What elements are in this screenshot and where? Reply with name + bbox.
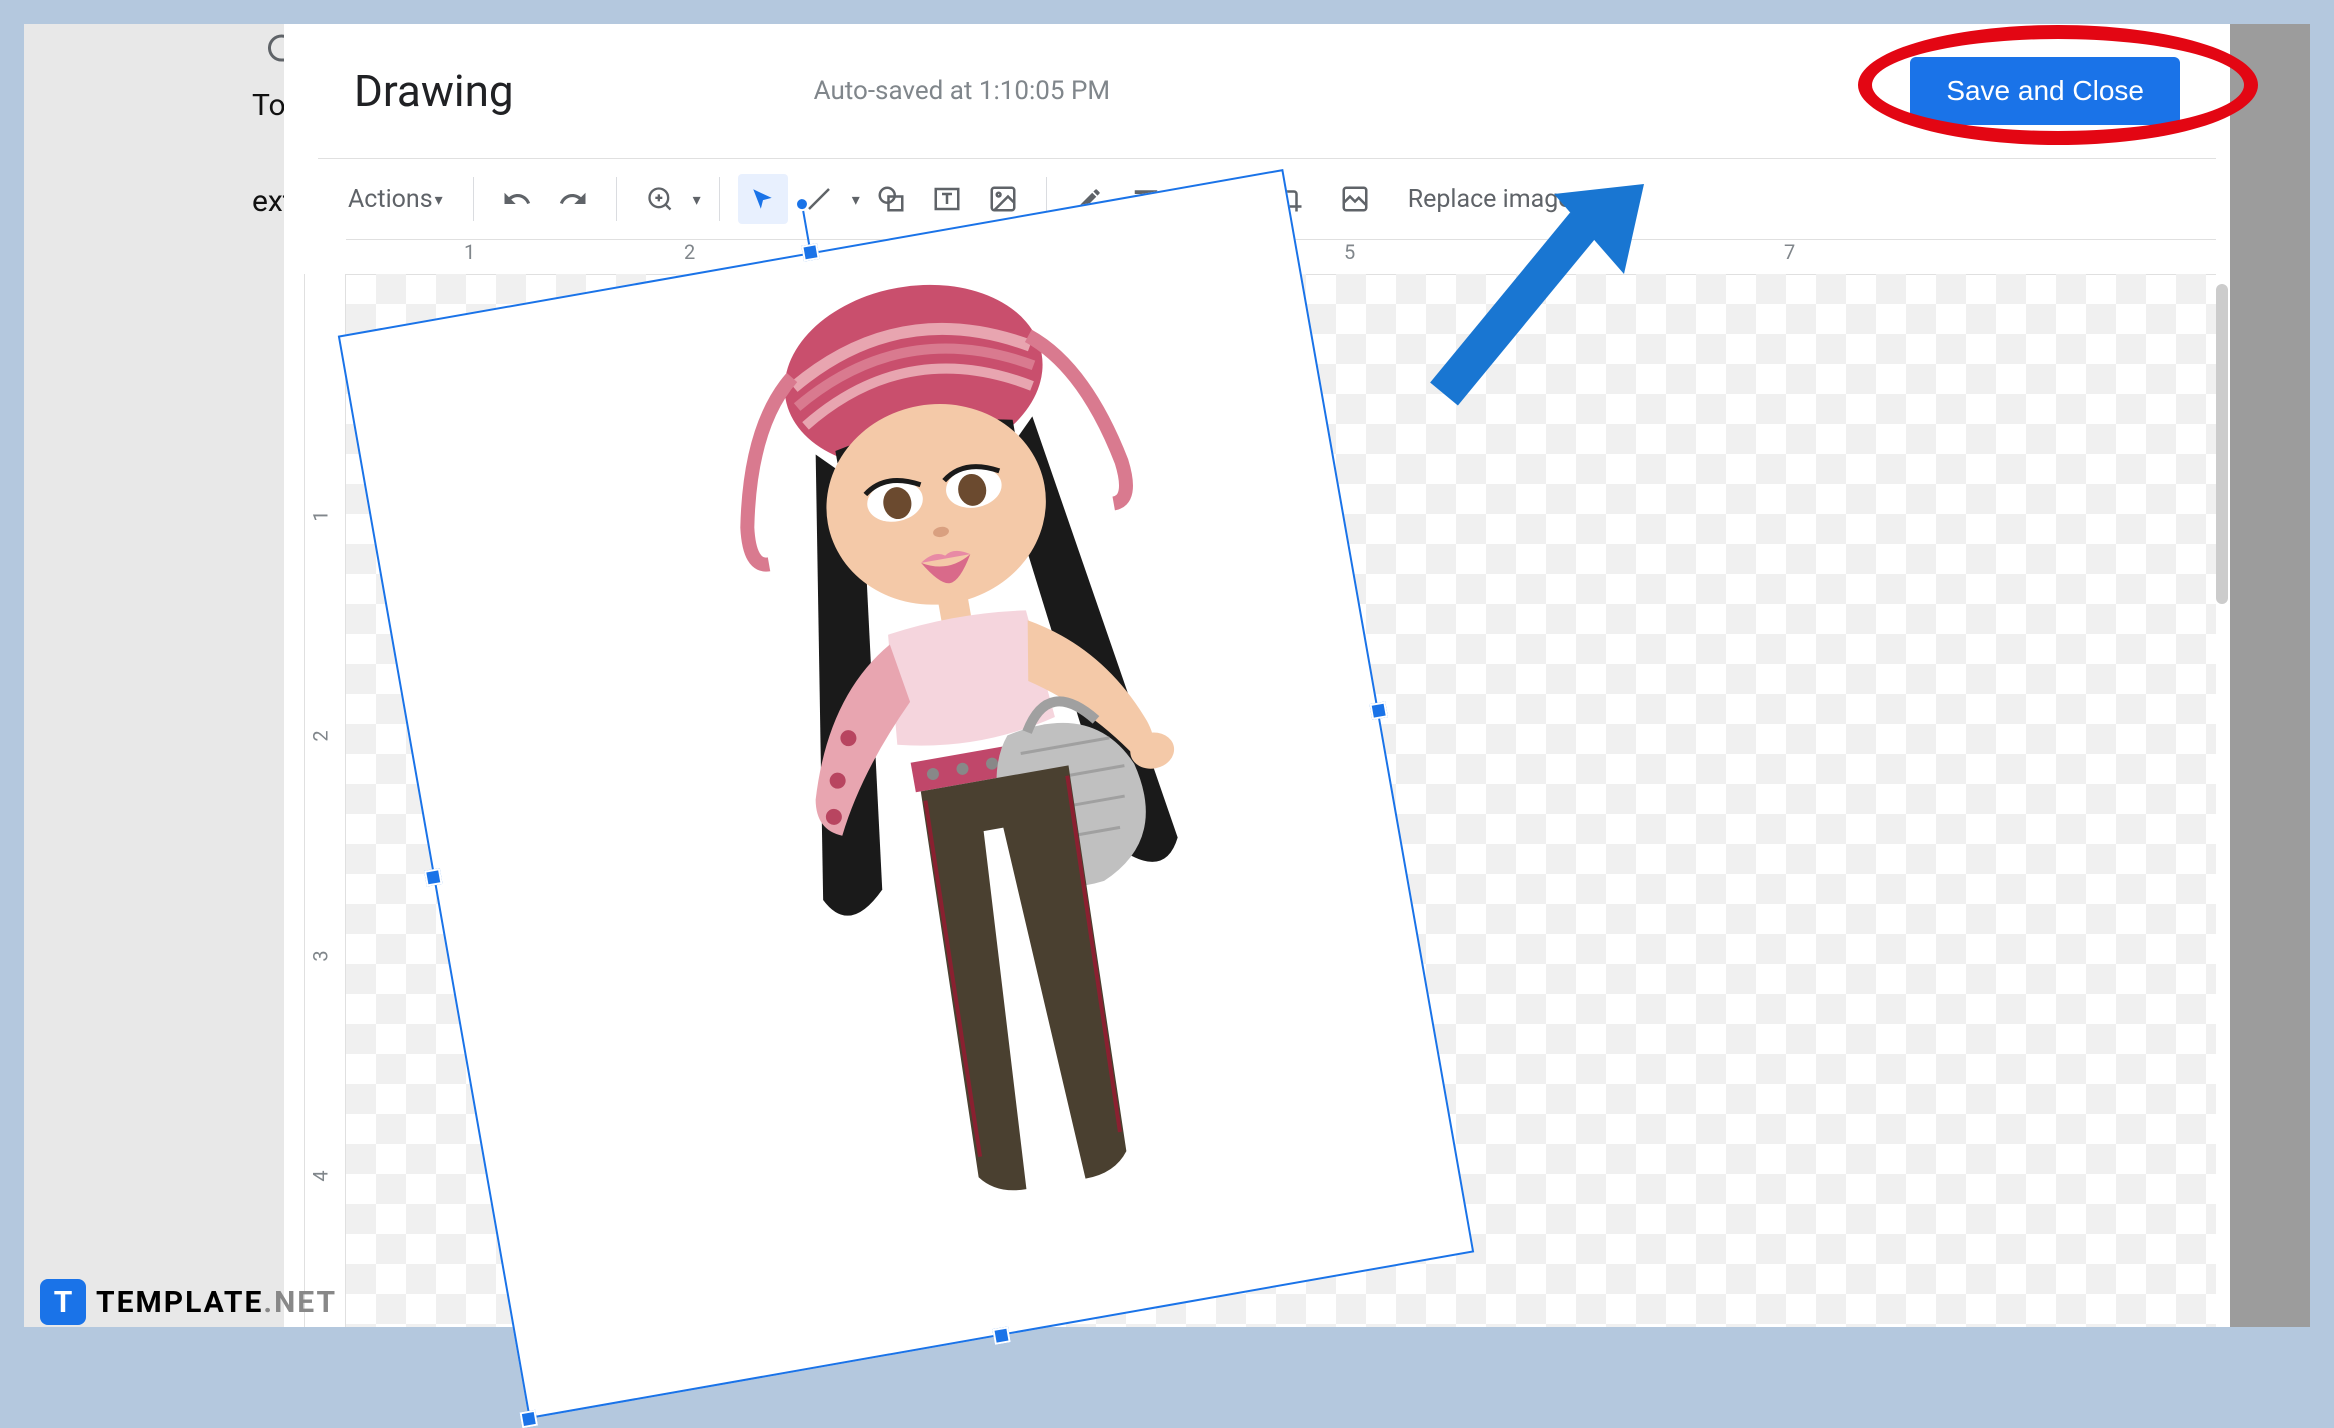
resize-handle-left[interactable] (424, 868, 443, 887)
watermark-text-suffix: .NET (263, 1285, 337, 1320)
drawing-dialog: Drawing Auto-saved at 1:10:05 PM Save an… (304, 24, 2230, 1327)
ruler-num: 2 (684, 240, 695, 264)
watermark-text: TEMPLATE.NET (96, 1285, 337, 1320)
bg-text-tools: Toc (252, 88, 284, 123)
drawing-canvas[interactable] (346, 274, 2216, 1327)
background-left-panel: Toc ext (24, 24, 284, 1327)
actions-label: Actions (348, 185, 433, 214)
vertical-scrollbar[interactable] (2216, 284, 2228, 604)
ruler-num: 3 (309, 950, 333, 961)
ruler-num: 2 (309, 730, 333, 741)
mask-image-button[interactable] (1320, 174, 1390, 224)
bg-text-ext: ext (252, 184, 284, 219)
resize-handle-top[interactable] (801, 243, 820, 262)
dialog-title: Drawing (354, 65, 514, 117)
watermark: T TEMPLATE.NET (40, 1279, 337, 1325)
background-right-panel (2230, 24, 2310, 1327)
save-and-close-button[interactable]: Save and Close (1910, 57, 2180, 125)
select-tool[interactable] (738, 174, 788, 224)
app-frame: Toc ext Drawing Auto-saved at 1:10:05 PM… (22, 22, 2312, 1329)
watermark-text-main: TEMPLATE (96, 1285, 263, 1320)
chevron-down-icon: ▾ (435, 190, 443, 209)
actions-menu[interactable]: Actions ▾ (336, 185, 455, 214)
ruler-num: 1 (464, 240, 475, 264)
text-box-tool[interactable] (922, 174, 972, 224)
redo-button[interactable] (548, 174, 598, 224)
watermark-icon: T (40, 1279, 86, 1325)
separator (719, 177, 720, 221)
ruler-num: 5 (1344, 240, 1355, 264)
replace-image-button[interactable]: Replace image (1396, 185, 1584, 214)
resize-handle-right[interactable] (1369, 701, 1388, 720)
chevron-down-icon[interactable]: ▾ (852, 190, 860, 209)
chevron-down-icon[interactable]: ▾ (693, 190, 701, 209)
zoom-button[interactable] (635, 174, 685, 224)
save-button-label: Save and Close (1946, 75, 2144, 106)
separator (473, 177, 474, 221)
separator (616, 177, 617, 221)
selected-image[interactable] (338, 169, 1474, 1419)
ruler-num: 7 (1784, 240, 1795, 264)
ruler-num: 1 (309, 510, 333, 521)
vertical-ruler: 1 2 3 4 (304, 274, 346, 1327)
autosave-status: Auto-saved at 1:10:05 PM (814, 76, 1110, 106)
replace-image-label: Replace image (1408, 185, 1572, 214)
ruler-num: 4 (309, 1170, 333, 1181)
cloud-icon (268, 30, 284, 70)
undo-button[interactable] (492, 174, 542, 224)
resize-handle-bl[interactable] (520, 1410, 539, 1428)
dialog-header: Drawing Auto-saved at 1:10:05 PM Save an… (304, 24, 2230, 158)
resize-handle-bottom[interactable] (992, 1326, 1011, 1345)
selection-outline (338, 169, 1474, 1419)
shape-tool[interactable] (866, 174, 916, 224)
ruler-num: 6 (1564, 240, 1575, 264)
